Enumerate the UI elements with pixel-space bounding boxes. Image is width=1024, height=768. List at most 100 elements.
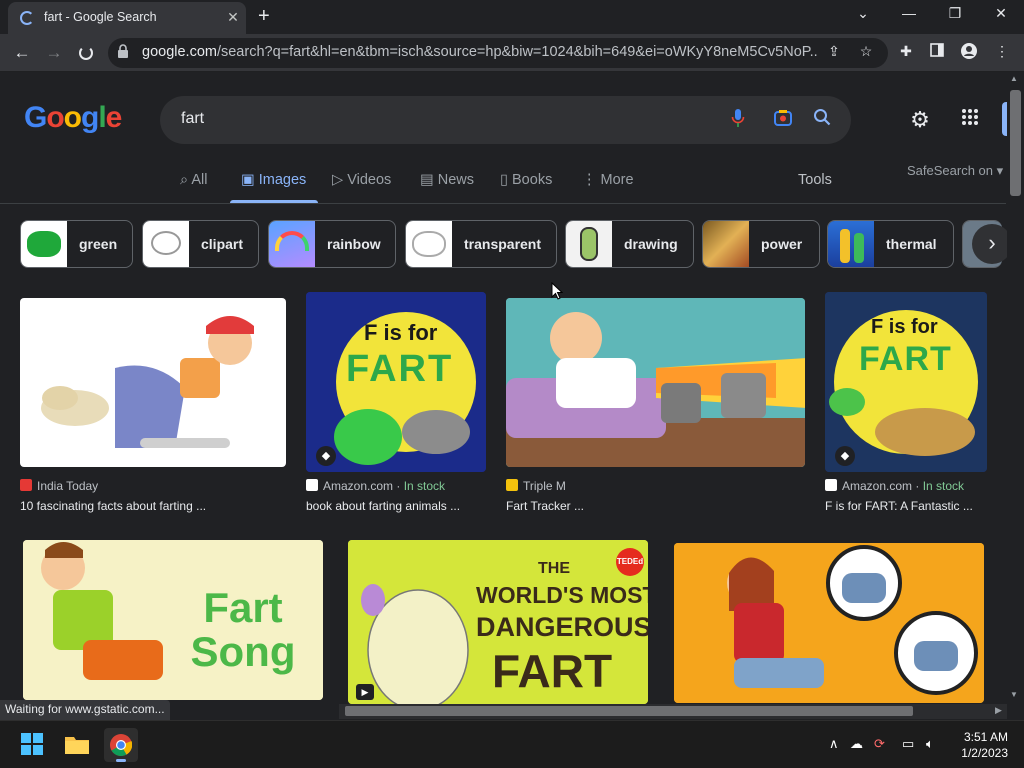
result-source[interactable]: Amazon.com · In stock [306,479,445,493]
header-divider [0,203,1006,204]
chip-label: drawing [624,236,678,252]
chrome-taskbar-icon[interactable] [104,728,138,762]
result-image[interactable]: Fart Song [23,540,323,700]
restore-button[interactable]: ❐ [940,5,970,22]
tab-all[interactable]: ⌕ All [180,172,207,188]
chip-transparent[interactable]: transparent [405,220,557,268]
result-image[interactable]: F is for FART ◆ [825,292,987,472]
chip-label: transparent [464,236,542,252]
clock-date: 1/2/2023 [961,746,1008,760]
tools-button[interactable]: Tools [798,172,832,188]
horizontal-scroll-thumb[interactable] [345,706,913,716]
profile-icon[interactable] [959,43,979,62]
result-source[interactable]: Amazon.com · In stock [825,479,964,493]
lock-icon[interactable] [117,44,129,61]
amazon-favicon [825,479,837,491]
windows-start-icon[interactable] [21,733,43,760]
ted-ed-title-line2: WORLD'S MOST [476,582,648,608]
chip-label: green [79,236,118,252]
chip-thumb [406,221,452,267]
result-title[interactable]: 10 fascinating facts about farting ... [20,499,206,513]
book-cover-line1: F is for [871,316,938,338]
tab-books[interactable]: ▯ Books [500,172,552,188]
search-input[interactable]: fart [181,110,204,128]
url-text[interactable]: google.com/search?q=fart&hl=en&tbm=isch&… [142,44,817,60]
result-image[interactable] [674,543,984,703]
news-icon: ▤ [420,172,434,188]
dropdown-arrow-icon: ▾ [996,163,1004,178]
sync-alert-icon[interactable]: ⟳ [874,736,885,752]
side-panel-icon[interactable] [927,43,947,60]
result-title[interactable]: Fart Tracker ... [506,499,584,513]
stop-loading-button[interactable] [74,41,98,65]
scroll-down-arrow-icon[interactable]: ▼ [1010,690,1018,699]
result-source[interactable]: India Today [20,479,98,493]
volume-icon[interactable]: 🔈︎ [926,736,934,752]
safesearch-toggle[interactable]: SafeSearch on ▾ [907,163,1003,179]
browser-tab[interactable]: fart - Google Search ✕ [8,2,246,34]
forward-button[interactable]: → [42,41,66,65]
taskbar-clock[interactable]: 3:51 AM 1/2/2023 [958,729,1008,761]
share-icon[interactable]: ⇪ [824,43,844,60]
tab-title: fart - Google Search [44,10,157,24]
result-image[interactable] [20,298,286,467]
result-title[interactable]: book about farting animals ... [306,499,460,513]
close-tab-icon[interactable]: ✕ [224,8,242,26]
tab-images-label: Images [258,172,307,188]
network-icon[interactable]: ☁ [850,736,863,752]
lens-search-icon[interactable] [771,108,795,132]
tab-news[interactable]: ▤ News [420,172,474,188]
chip-label: power [761,236,803,252]
result-title[interactable]: F is for FART: A Fantastic ... [825,499,973,513]
tab-books-label: Books [512,172,553,188]
chip-thumb [269,221,315,267]
display-icon[interactable]: ▭ [902,736,914,752]
video-play-icon: ▶ [356,684,374,700]
shopping-tag-icon: ◆ [316,446,336,466]
ted-ed-title-line1: THE [538,560,570,577]
result-image[interactable]: F is for FART ◆ [306,292,486,472]
chip-green[interactable]: green [20,220,133,268]
google-logo[interactable]: Google [24,101,122,135]
apps-grid-icon[interactable] [958,108,982,132]
search-icon: ⌕ [180,172,189,188]
safesearch-label: SafeSearch on [907,163,994,178]
india-today-favicon [20,479,32,491]
tab-more[interactable]: ⋮ More [582,172,634,188]
close-window-button[interactable]: ✕ [986,5,1016,22]
settings-gear-icon[interactable]: ⚙ [908,108,932,132]
triple-m-favicon [506,479,518,491]
minimize-button[interactable]: — [894,5,924,21]
result-image[interactable]: TEDEd THE WORLD'S MOST DANGEROUS FART ▶ [348,540,648,704]
active-app-indicator [116,759,126,762]
search-submit-icon[interactable] [810,108,834,132]
chip-drawing[interactable]: drawing [565,220,694,268]
scroll-right-arrow-icon[interactable]: ▶ [995,705,1002,716]
new-tab-button[interactable]: + [258,5,270,28]
result-image[interactable] [506,298,805,467]
extensions-icon[interactable]: ✚ [896,43,916,60]
play-icon: ▷ [332,172,344,188]
file-explorer-icon[interactable] [65,734,89,759]
scroll-up-arrow-icon[interactable]: ▲ [1010,74,1018,83]
bookmark-star-icon[interactable]: ☆ [856,43,876,60]
chrome-menu-icon[interactable]: ⋮ [992,43,1012,60]
result-source[interactable]: Triple M [506,479,566,493]
tab-videos-label: Videos [347,172,392,188]
back-button[interactable]: ← [10,41,34,65]
url-domain: google.com [142,44,217,60]
ted-ed-title-line4: FART [492,645,613,697]
chips-next-button[interactable]: › [972,224,1012,264]
chip-clipart[interactable]: clipart [142,220,259,268]
tab-videos[interactable]: ▷ Videos [332,172,391,188]
chip-power[interactable]: power [702,220,820,268]
voice-search-icon[interactable] [726,108,750,132]
show-hidden-icons-icon[interactable]: ∧ [829,736,839,752]
vertical-scroll-thumb[interactable] [1010,90,1021,196]
tab-images[interactable]: ▣ Images [241,172,306,188]
woman-chair-illustration [674,543,984,703]
fart-song-text: Fart Song [190,584,296,675]
tab-search-icon[interactable]: ⌄ [848,5,878,22]
chip-rainbow[interactable]: rainbow [268,220,396,268]
chip-thermal[interactable]: thermal [827,220,954,268]
